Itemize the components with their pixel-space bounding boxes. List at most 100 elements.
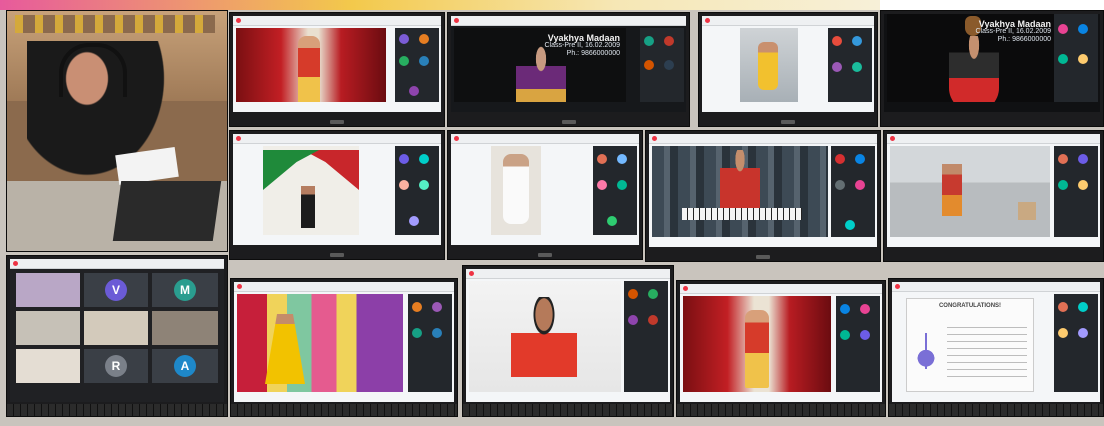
participant-avatar	[1078, 328, 1088, 338]
certificate-body-lines	[947, 321, 1027, 381]
participant-avatar	[664, 36, 674, 46]
participant-avatar	[432, 302, 442, 312]
video-stage	[652, 146, 828, 237]
participant-avatar	[845, 220, 855, 230]
participant-avatar	[399, 180, 409, 190]
participant-avatar	[840, 330, 850, 340]
certificate-document: CONGRATULATIONS!	[906, 298, 1034, 392]
electronic-keyboard	[682, 208, 802, 220]
laptop	[112, 181, 222, 241]
participant-avatar	[840, 304, 850, 314]
record-dot-icon	[236, 18, 241, 23]
participant-avatar	[409, 216, 419, 226]
boy-red-shirt	[720, 150, 760, 210]
laptop-keyboard	[677, 404, 885, 416]
participant-avatar	[648, 289, 658, 299]
tile-child-yellow	[698, 12, 878, 127]
video-stage: Vyakhya Madaan Class-Pre II, 16.02.2009 …	[454, 28, 626, 102]
tile-yellow-costume-dance	[230, 278, 458, 417]
laptop-screen	[233, 16, 441, 112]
headset-icon	[59, 43, 127, 97]
video-stage	[237, 294, 403, 392]
record-dot-icon	[13, 261, 18, 266]
tile-outdoor-dance	[883, 130, 1104, 262]
record-dot-icon	[454, 18, 459, 23]
browser-toolbar	[451, 134, 639, 144]
participant-avatar	[419, 180, 429, 190]
tile-pot-balance-dance: Vyakhya Madaan Class-Pre II, 16.02.2009 …	[880, 10, 1104, 127]
participant-avatar	[628, 315, 638, 325]
dancer-outdoor	[942, 164, 962, 216]
laptop-screen	[649, 134, 877, 247]
avatar-letter: A	[174, 355, 196, 377]
tile-meet-grid: V M R A	[6, 255, 228, 417]
participant-avatar	[1058, 24, 1068, 34]
laptop-keyboard	[889, 404, 1103, 416]
laptop-logo	[561, 120, 576, 124]
browser-toolbar	[887, 134, 1100, 144]
participant-avatar	[409, 86, 419, 96]
participant-avatar	[1058, 54, 1068, 64]
green-drape	[263, 150, 319, 190]
participant-avatar	[860, 330, 870, 340]
meet-tile-letter-a: A	[152, 349, 218, 383]
participant-panel	[1054, 146, 1098, 237]
performer-phone: Ph.: 9866000000	[997, 36, 1051, 43]
meet-tile-letter-m: M	[152, 273, 218, 307]
meet-tile-video	[16, 311, 80, 345]
participant-avatar	[399, 154, 409, 164]
tile-certificate: CONGRATULATIONS!	[888, 278, 1104, 417]
participant-avatar	[835, 154, 845, 164]
participant-avatar	[855, 180, 865, 190]
participant-avatar	[419, 56, 429, 66]
participant-avatar	[832, 36, 842, 46]
performer-caption: Vyakhya Madaan Class-Pre II, 16.02.2009 …	[545, 34, 621, 58]
participant-panel	[408, 294, 452, 392]
performer-small	[301, 186, 315, 228]
video-stage	[469, 281, 621, 392]
record-dot-icon	[890, 136, 895, 141]
participant-avatar	[832, 62, 842, 72]
red-drape	[303, 150, 359, 190]
performer-caption: Vyakhya Madaan Class-Pre II, 16.02.2009 …	[976, 20, 1052, 44]
meet-tile-video	[152, 311, 218, 345]
participant-avatar	[617, 180, 627, 190]
record-dot-icon	[652, 136, 657, 141]
participant-panel	[831, 146, 875, 237]
dancer	[298, 36, 320, 102]
tile-red-dance-repeat	[676, 280, 886, 417]
trophy-row	[15, 15, 215, 33]
participant-avatar	[852, 36, 862, 46]
video-stage	[683, 296, 831, 392]
participant-avatar	[399, 56, 409, 66]
laptop-screen: Vyakhya Madaan Class-Pre II, 16.02.2009 …	[451, 16, 686, 112]
participant-avatar	[644, 60, 654, 70]
participant-avatar	[607, 216, 617, 226]
laptop-logo	[330, 253, 344, 257]
performer-name: Vyakhya Madaan	[547, 33, 620, 43]
record-dot-icon	[237, 284, 242, 289]
meet-tile-video	[84, 311, 148, 345]
video-stage	[491, 146, 541, 235]
participant-panel	[1054, 14, 1098, 102]
participant-panel	[1054, 294, 1098, 392]
laptop-screen	[680, 284, 882, 402]
girl-white-dress	[503, 154, 529, 224]
tile-namaste-pose: Vyakhya Madaan Class-Pre II, 16.02.2009 …	[447, 12, 690, 127]
laptop-screen	[702, 16, 874, 112]
video-stage	[740, 28, 798, 102]
participant-avatar	[399, 34, 409, 44]
laptop-screen	[451, 134, 639, 245]
participant-avatar	[1058, 154, 1068, 164]
browser-toolbar	[649, 134, 877, 144]
participant-panel	[836, 296, 880, 392]
participant-avatar	[1058, 302, 1068, 312]
laptop-screen	[887, 134, 1100, 247]
browser-toolbar	[234, 282, 454, 292]
performer-class: Class-Pre II, 16.02.2009	[975, 28, 1052, 35]
record-dot-icon	[236, 136, 241, 141]
meet-tile-letter-r: R	[84, 349, 148, 383]
participant-avatar	[835, 180, 845, 190]
avatar-letter: M	[174, 279, 196, 301]
participant-avatar	[1078, 302, 1088, 312]
